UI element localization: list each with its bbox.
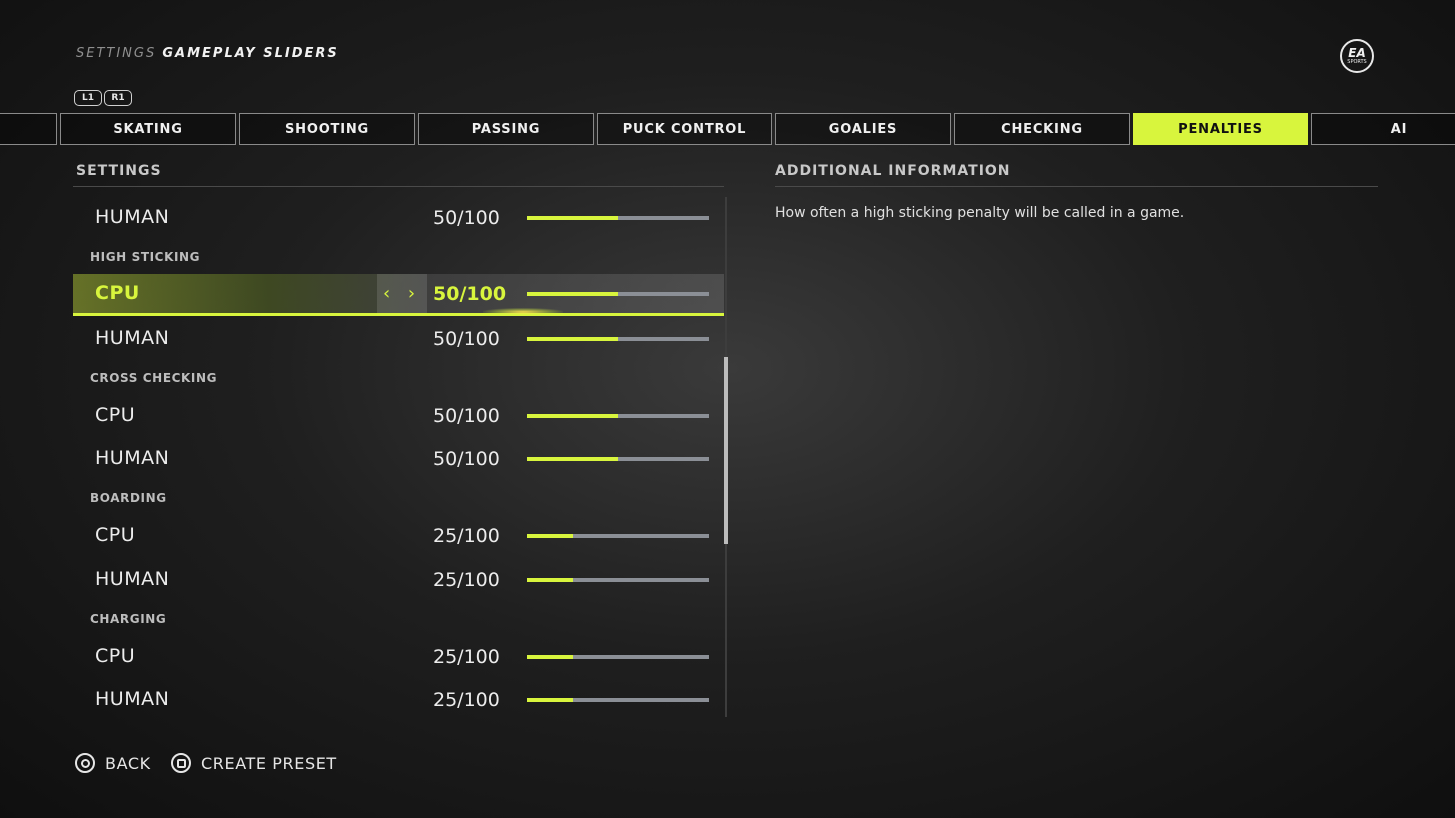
create-preset-button[interactable]: CREATE PRESET (171, 753, 337, 773)
slider-value: 25/100 (433, 525, 500, 547)
slider-fill (527, 457, 618, 461)
slider-track[interactable] (527, 578, 709, 582)
settings-header: SETTINGS (76, 163, 162, 179)
circle-button-icon (75, 753, 95, 773)
slider-value: 25/100 (433, 689, 500, 711)
adjust-arrows-icon[interactable]: ‹ › (377, 274, 427, 313)
info-text: How often a high sticking penalty will b… (775, 205, 1185, 221)
slider-track[interactable] (527, 292, 709, 296)
slider-value: 50/100 (433, 283, 507, 305)
slider-fill (527, 578, 573, 582)
slider-value: 25/100 (433, 646, 500, 668)
tab-checking[interactable]: CHECKING (954, 113, 1130, 145)
category-tabs: SKATING SHOOTING PASSING PUCK CONTROL GO… (0, 113, 1455, 145)
slider-label: HUMAN (95, 327, 170, 349)
tab-penalties[interactable]: PENALTIES (1133, 113, 1308, 145)
slider-row[interactable]: HUMAN 25/100 (73, 559, 724, 601)
category-high-sticking: HIGH STICKING (90, 250, 201, 264)
slider-track[interactable] (527, 655, 709, 659)
slider-track[interactable] (527, 457, 709, 461)
tab-shooting[interactable]: SHOOTING (239, 113, 415, 145)
category-boarding: BOARDING (90, 491, 167, 505)
slider-row-selected[interactable]: CPU ‹ › 50/100 (73, 274, 724, 316)
breadcrumb-page: GAMEPLAY SLIDERS (162, 46, 339, 61)
slider-label: CPU (95, 645, 136, 667)
scrollbar-thumb[interactable] (724, 357, 728, 544)
slider-row[interactable]: HUMAN 50/100 (73, 197, 724, 239)
slider-fill (527, 655, 573, 659)
slider-fill (527, 337, 618, 341)
slider-label: HUMAN (95, 568, 170, 590)
info-header: ADDITIONAL INFORMATION (775, 163, 1011, 179)
slider-fill (527, 414, 618, 418)
slider-fill (527, 216, 618, 220)
slider-track[interactable] (527, 337, 709, 341)
slider-row[interactable]: CPU 25/100 (73, 636, 724, 678)
l1-bumper-icon[interactable]: L1 (74, 90, 102, 106)
slider-row[interactable]: HUMAN 50/100 (73, 438, 724, 480)
slider-track[interactable] (527, 698, 709, 702)
slider-value: 50/100 (433, 448, 500, 470)
slider-row[interactable]: CPU 25/100 (73, 515, 724, 557)
slider-list: HUMAN 50/100 HIGH STICKING CPU ‹ › 50/10… (73, 197, 724, 717)
tab-passing[interactable]: PASSING (418, 113, 594, 145)
ea-logo-text: EA (1348, 45, 1366, 60)
category-charging: CHARGING (90, 612, 167, 626)
category-cross-checking: CROSS CHECKING (90, 371, 218, 385)
slider-fill (527, 698, 573, 702)
tab-previous[interactable] (0, 113, 57, 145)
breadcrumb: SETTINGS GAMEPLAY SLIDERS (76, 46, 339, 61)
ea-sports-logo: EA SPORTS (1340, 39, 1374, 73)
info-divider (775, 186, 1378, 187)
slider-label: HUMAN (95, 688, 170, 710)
tab-skating[interactable]: SKATING (60, 113, 236, 145)
tab-ai[interactable]: AI (1311, 113, 1455, 145)
ea-logo-subtext: SPORTS (1347, 58, 1367, 65)
slider-value: 25/100 (433, 569, 500, 591)
tab-puck-control[interactable]: PUCK CONTROL (597, 113, 772, 145)
slider-fill (527, 534, 573, 538)
slider-value: 50/100 (433, 405, 500, 427)
slider-label: HUMAN (95, 447, 170, 469)
slider-fill (527, 292, 618, 296)
square-button-icon (171, 753, 191, 773)
slider-label: HUMAN (95, 206, 170, 228)
slider-track[interactable] (527, 534, 709, 538)
settings-divider (73, 186, 724, 187)
slider-label: CPU (95, 524, 136, 546)
breadcrumb-section: SETTINGS (76, 46, 157, 61)
slider-row[interactable]: HUMAN 25/100 (73, 679, 724, 721)
slider-row[interactable]: HUMAN 50/100 (73, 318, 724, 360)
back-button[interactable]: BACK (75, 753, 151, 773)
slider-value: 50/100 (433, 328, 500, 350)
slider-track[interactable] (527, 414, 709, 418)
slider-row[interactable]: CPU 50/100 (73, 395, 724, 437)
back-label: BACK (105, 753, 151, 773)
slider-track[interactable] (527, 216, 709, 220)
slider-label: CPU (95, 404, 136, 426)
create-preset-label: CREATE PRESET (201, 753, 337, 773)
selection-glow (483, 308, 563, 316)
tab-goalies[interactable]: GOALIES (775, 113, 951, 145)
r1-bumper-icon[interactable]: R1 (104, 90, 132, 106)
slider-label: CPU (95, 282, 140, 304)
slider-value: 50/100 (433, 207, 500, 229)
